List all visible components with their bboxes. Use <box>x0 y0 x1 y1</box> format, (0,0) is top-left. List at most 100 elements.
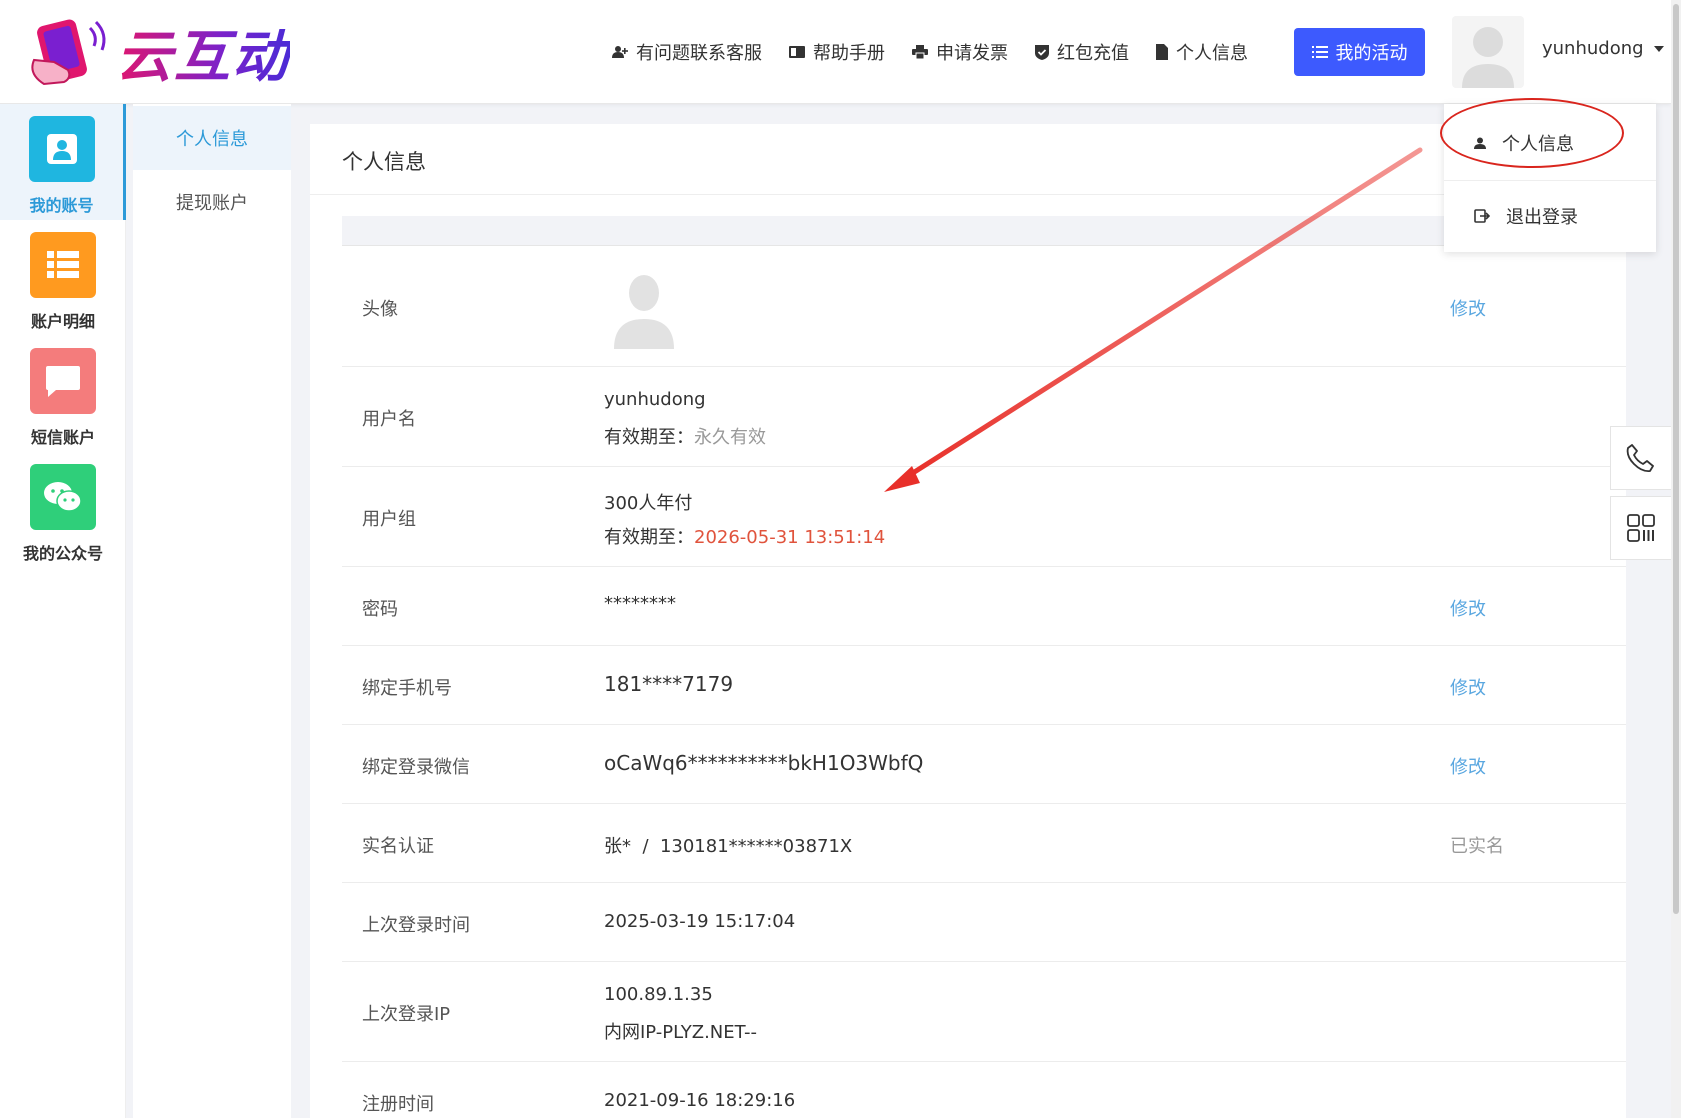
avatar[interactable] <box>1452 16 1524 88</box>
row-label: 头像 <box>362 299 398 320</box>
usergroup-value: 300人年付 <box>604 493 693 514</box>
username-expiry: 有效期至：永久有效 <box>604 423 766 449</box>
caret-down-icon <box>1653 45 1664 52</box>
status-badge: 已实名 <box>1450 836 1504 857</box>
phone-icon <box>1626 444 1654 473</box>
edit-phone-link[interactable]: 修改 <box>1450 674 1486 700</box>
edit-password-link[interactable]: 修改 <box>1450 595 1486 621</box>
row-label: 上次登录IP <box>362 1004 451 1025</box>
nav-personal-info[interactable]: 个人信息 <box>1156 39 1248 65</box>
username-label: yunhudong <box>1542 38 1644 59</box>
nav-invoice[interactable]: 申请发票 <box>912 39 1008 65</box>
password-value: ******** <box>604 593 676 614</box>
subnav-withdraw-account[interactable]: 提现账户 <box>133 170 291 234</box>
logout-icon <box>1474 208 1490 223</box>
logo[interactable]: 云互动 <box>28 14 290 90</box>
row-label: 上次登录时间 <box>362 915 470 936</box>
list-bullets-icon <box>1311 46 1328 58</box>
page-scrollbar[interactable] <box>1671 0 1681 1118</box>
qrcode-button[interactable] <box>1610 496 1672 560</box>
printer-icon <box>912 45 928 59</box>
username-value: yunhudong <box>604 389 706 410</box>
table-header-band <box>342 216 1626 246</box>
edit-wechat-link[interactable]: 修改 <box>1450 753 1486 779</box>
sidebar-item-my-account-label: 我的账号 <box>29 196 94 215</box>
wechat-value: oCaWq6**********bkH1O3WbfQ <box>604 751 924 775</box>
dropdown-logout-label: 退出登录 <box>1506 206 1578 228</box>
row-wechat: 绑定登录微信 oCaWq6**********bkH1O3WbfQ 修改 <box>342 725 1626 804</box>
row-realname: 实名认证 张* / 130181******03871X 已实名 <box>342 804 1626 883</box>
scrollbar-thumb[interactable] <box>1673 4 1679 914</box>
last-login-ip-location: 内网IP-PLYZ.NET-- <box>604 1022 757 1043</box>
sidebar-item-sms-account-label: 短信账户 <box>30 428 95 447</box>
row-register-time: 注册时间 2021-09-16 18:29:16 <box>342 1062 1626 1118</box>
expiry-value: 永久有效 <box>694 427 766 448</box>
phone-value: 181****7179 <box>604 672 734 696</box>
row-password: 密码 ******** 修改 <box>342 567 1626 646</box>
nav-help-manual[interactable]: 帮助手册 <box>789 39 885 65</box>
page-title: 个人信息 <box>342 150 426 174</box>
qrcode-icon <box>1627 514 1655 542</box>
realname-value: 张* / 130181******03871X <box>604 836 853 857</box>
nav-help-manual-label: 帮助手册 <box>813 43 885 64</box>
row-usergroup: 用户组 300人年付 有效期至：2026-05-31 13:51:14 <box>342 467 1626 567</box>
last-login-time-value: 2025-03-19 15:17:04 <box>604 911 796 932</box>
register-time-value: 2021-09-16 18:29:16 <box>604 1090 796 1111</box>
my-activity-button[interactable]: 我的活动 <box>1294 28 1425 76</box>
annotation-ellipse <box>1440 98 1624 168</box>
my-activity-label: 我的活动 <box>1335 43 1408 64</box>
row-label: 绑定手机号 <box>362 678 452 699</box>
nav-redpacket-recharge-label: 红包充值 <box>1057 43 1129 64</box>
sidebar-item-sms-account[interactable]: 短信账户 <box>0 336 126 452</box>
subnav-personal-info[interactable]: 个人信息 <box>133 106 291 170</box>
sidebar-item-account-details[interactable]: 账户明细 <box>0 220 126 336</box>
expiry-value: 2026-05-31 13:51:14 <box>694 527 886 548</box>
message-icon <box>30 348 96 414</box>
row-last-login-ip: 上次登录IP 100.89.1.35 内网IP-PLYZ.NET-- <box>342 962 1626 1062</box>
nav-redpacket-recharge[interactable]: 红包充值 <box>1035 39 1129 65</box>
icon-sidebar: 我的账号 账户明细 短信账户 我的公众号 <box>0 104 126 1118</box>
divider <box>310 194 1626 195</box>
row-avatar: 头像 修改 <box>342 247 1626 367</box>
user-plus-icon <box>612 46 628 58</box>
list-icon <box>30 232 96 298</box>
last-login-ip-value: 100.89.1.35 <box>604 984 713 1005</box>
logo-text: 云互动 <box>116 12 290 93</box>
nav-contact-support-label: 有问题联系客服 <box>636 43 762 64</box>
top-nav: 有问题联系客服 帮助手册 申请发票 红包充值 个人信息 <box>612 34 1275 70</box>
subnav-personal-info-label: 个人信息 <box>176 129 248 150</box>
expiry-prefix: 有效期至： <box>604 427 694 448</box>
personal-info-card: 个人信息 头像 修改 用户名 yunhudong 有效期至：永久有效 用户组 3… <box>310 124 1626 1118</box>
nav-contact-support[interactable]: 有问题联系客服 <box>612 39 762 65</box>
sidebar-item-account-details-label: 账户明细 <box>30 312 95 331</box>
dropdown-logout[interactable]: 退出登录 <box>1444 180 1656 250</box>
row-label: 绑定登录微信 <box>362 757 470 778</box>
nav-invoice-label: 申请发票 <box>936 43 1008 64</box>
usergroup-expiry: 有效期至：2026-05-31 13:51:14 <box>604 523 885 549</box>
subnav-withdraw-account-label: 提现账户 <box>176 193 248 214</box>
user-menu-toggle[interactable]: yunhudong <box>1542 38 1664 59</box>
row-label: 用户名 <box>362 409 416 430</box>
row-label: 注册时间 <box>362 1094 434 1115</box>
row-label: 实名认证 <box>362 836 434 857</box>
sidebar-item-my-official-account-label: 我的公众号 <box>22 544 103 563</box>
floating-tools <box>1610 426 1672 560</box>
row-label: 密码 <box>362 599 398 620</box>
expiry-prefix: 有效期至： <box>604 527 694 548</box>
phone-logo-icon <box>28 16 110 88</box>
row-username: 用户名 yunhudong 有效期至：永久有效 <box>342 367 1626 467</box>
row-last-login-time: 上次登录时间 2025-03-19 15:17:04 <box>342 883 1626 962</box>
book-icon <box>789 46 805 58</box>
file-icon <box>1156 44 1168 60</box>
account-card-icon <box>28 116 95 182</box>
avatar-silhouette-icon <box>1462 27 1514 88</box>
wechat-icon <box>30 464 96 530</box>
avatar-image <box>612 269 676 349</box>
shield-check-icon <box>1035 45 1049 60</box>
sidebar-item-my-account[interactable]: 我的账号 <box>0 104 126 220</box>
nav-personal-info-label: 个人信息 <box>1176 43 1248 64</box>
top-header: 云互动 有问题联系客服 帮助手册 申请发票 红包充值 个人信息 我的活动 yun <box>0 0 1671 104</box>
edit-avatar-link[interactable]: 修改 <box>1450 295 1486 321</box>
sidebar-item-my-official-account[interactable]: 我的公众号 <box>0 452 126 568</box>
phone-call-button[interactable] <box>1610 426 1672 490</box>
